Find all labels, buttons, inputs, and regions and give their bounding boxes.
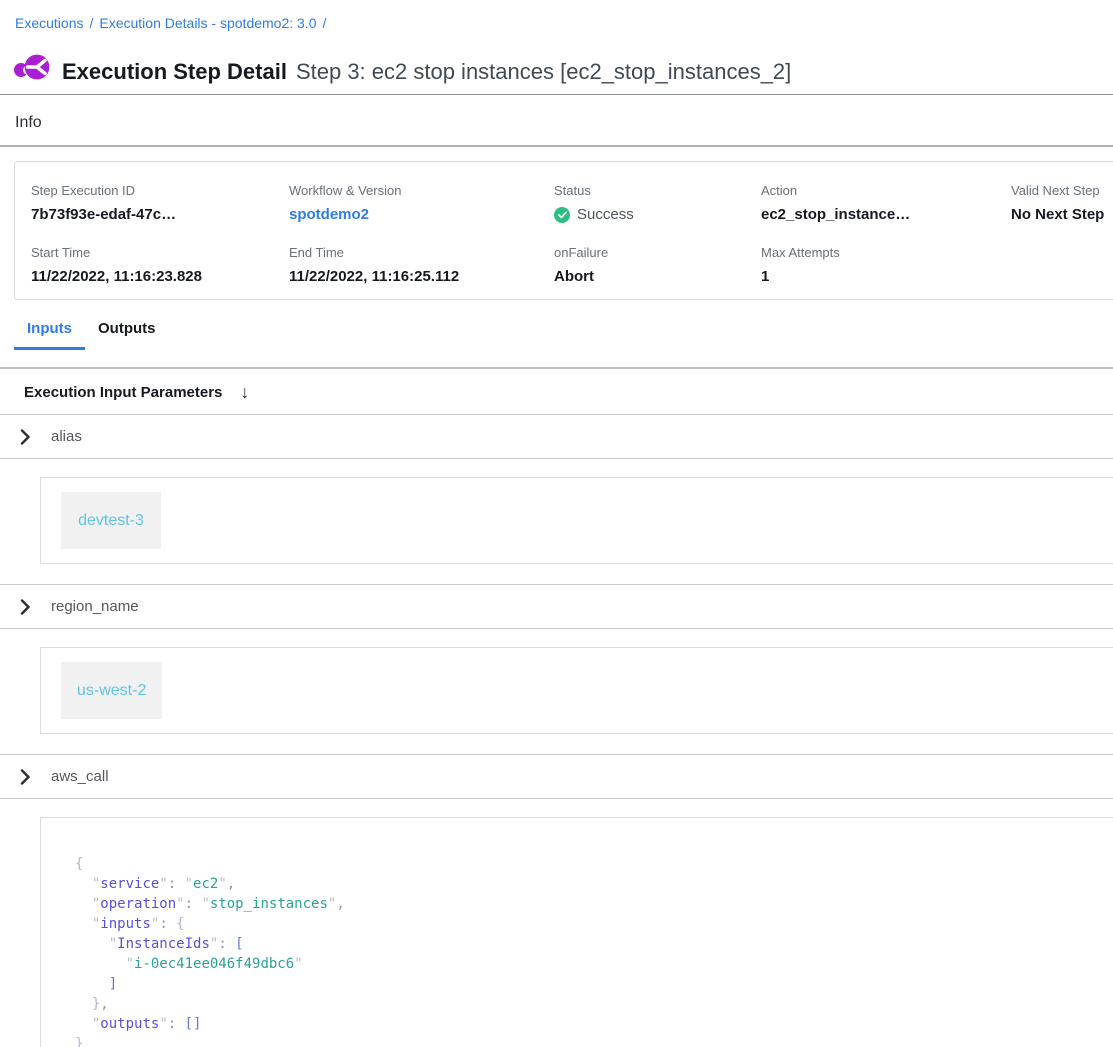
- code-line: "service": "ec2",: [75, 874, 1113, 894]
- info-field-label: Status: [554, 183, 761, 198]
- code-line: "inputs": {: [75, 914, 1113, 934]
- info-field-status: Status Success: [554, 183, 761, 223]
- info-field-label: End Time: [289, 245, 554, 260]
- section-divider: [0, 628, 1113, 629]
- info-field-value: Abort: [554, 268, 761, 285]
- code-line: "operation": "stop_instances",: [75, 894, 1113, 914]
- info-field-label: Action: [761, 183, 1011, 198]
- info-field-value: 11/22/2022, 11:16:23.828: [31, 268, 289, 285]
- param-value-chip: us-west-2: [61, 662, 162, 719]
- info-divider: [0, 145, 1113, 147]
- status-value: Success: [554, 206, 761, 223]
- code-line: },: [75, 994, 1113, 1014]
- section-row-region_name[interactable]: region_name: [0, 585, 1113, 628]
- info-field-label: onFailure: [554, 245, 761, 260]
- header-divider: [0, 94, 1113, 95]
- code-line: ]: [75, 974, 1113, 994]
- download-icon[interactable]: ↓: [240, 382, 249, 403]
- section-panel-alias: devtest-3: [40, 477, 1113, 564]
- info-field-max-attempts: Max Attempts 1: [761, 245, 1011, 285]
- success-check-icon: [554, 207, 570, 223]
- info-field-value: ec2_stop_instance…: [761, 206, 1011, 223]
- chevron-right-icon: [20, 769, 34, 785]
- status-text: Success: [577, 206, 634, 223]
- page-heading: Execution Step Detail Step 3: ec2 stop in…: [62, 50, 791, 87]
- code-line: "outputs": []: [75, 1014, 1113, 1034]
- param-value-chip: devtest-3: [61, 492, 161, 549]
- section-panel-aws_call: { "service": "ec2", "operation": "stop_i…: [40, 817, 1113, 1047]
- info-field-step-execution-id: Step Execution ID 7b73f93e-edaf-47c…: [31, 183, 289, 223]
- info-field-onfailure: onFailure Abort: [554, 245, 761, 285]
- page-title: Execution Step Detail: [62, 59, 287, 84]
- info-field-value: 11/22/2022, 11:16:25.112: [289, 268, 554, 285]
- section-divider: [0, 458, 1113, 459]
- code-line: "i-0ec41ee046f49dbc6": [75, 954, 1113, 974]
- breadcrumb-separator: /: [89, 15, 93, 31]
- tab-outputs[interactable]: Outputs: [85, 320, 169, 350]
- page-header: Execution Step Detail Step 3: ec2 stop in…: [14, 48, 1113, 88]
- code-line: "InstanceIds": [: [75, 934, 1113, 954]
- chevron-right-icon: [20, 599, 34, 615]
- info-card: Step Execution ID 7b73f93e-edaf-47c…Workf…: [14, 161, 1113, 300]
- code-line: {: [75, 854, 1113, 874]
- info-field-label: Valid Next Step: [1011, 183, 1113, 198]
- info-field-workflow-version: Workflow & Version spotdemo2: [289, 183, 554, 223]
- info-field-valid-next-step: Valid Next Step No Next Step: [1011, 183, 1113, 223]
- tab-bar: InputsOutputs: [14, 320, 1113, 350]
- section-row-aws_call[interactable]: aws_call: [0, 755, 1113, 798]
- breadcrumb-separator: /: [323, 15, 327, 31]
- section-label: alias: [51, 428, 82, 445]
- info-field-value: No Next Step: [1011, 206, 1113, 223]
- info-field-label: Start Time: [31, 245, 289, 260]
- info-field-value: 1: [761, 268, 1011, 285]
- execution-step-detail-page: Executions / Execution Details - spotdemo2…: [0, 0, 1113, 1047]
- info-section-heading: Info: [15, 114, 1113, 132]
- breadcrumb: Executions / Execution Details - spotdemo2…: [0, 0, 1113, 33]
- info-field-start-time: Start Time 11/22/2022, 11:16:23.828: [31, 245, 289, 285]
- param-sections: alias devtest-3 region_name us-west-2 aws_ca…: [0, 414, 1113, 1047]
- workflow-logo-icon: [14, 52, 50, 84]
- section-divider: [0, 798, 1113, 799]
- info-field-end-time: End Time 11/22/2022, 11:16:25.112: [289, 245, 554, 285]
- params-heading: Execution Input Parameters ↓: [24, 382, 1113, 403]
- workflow-version-link[interactable]: spotdemo2: [289, 206, 554, 223]
- section-label: region_name: [51, 598, 139, 615]
- params-heading-label: Execution Input Parameters: [24, 384, 222, 401]
- section-row-alias[interactable]: alias: [0, 415, 1113, 458]
- chevron-right-icon: [20, 429, 34, 445]
- info-field-label: Step Execution ID: [31, 183, 289, 198]
- section-panel-region_name: us-west-2: [40, 647, 1113, 734]
- page-subtitle: Step 3: ec2 stop instances [ec2_stop_ins…: [296, 59, 791, 84]
- section-label: aws_call: [51, 768, 109, 785]
- info-field-value: 7b73f93e-edaf-47c…: [31, 206, 289, 223]
- tab-inputs[interactable]: Inputs: [14, 320, 85, 350]
- breadcrumb-link[interactable]: Executions: [15, 15, 83, 31]
- breadcrumb-link[interactable]: Execution Details - spotdemo2: 3.0: [99, 15, 316, 31]
- info-field-label: Max Attempts: [761, 245, 1011, 260]
- code-line: }: [75, 1034, 1113, 1047]
- json-code-block: { "service": "ec2", "operation": "stop_i…: [75, 854, 1113, 1047]
- tabs-divider: [0, 367, 1113, 369]
- info-field-action: Action ec2_stop_instance…: [761, 183, 1011, 223]
- info-field-label: Workflow & Version: [289, 183, 554, 198]
